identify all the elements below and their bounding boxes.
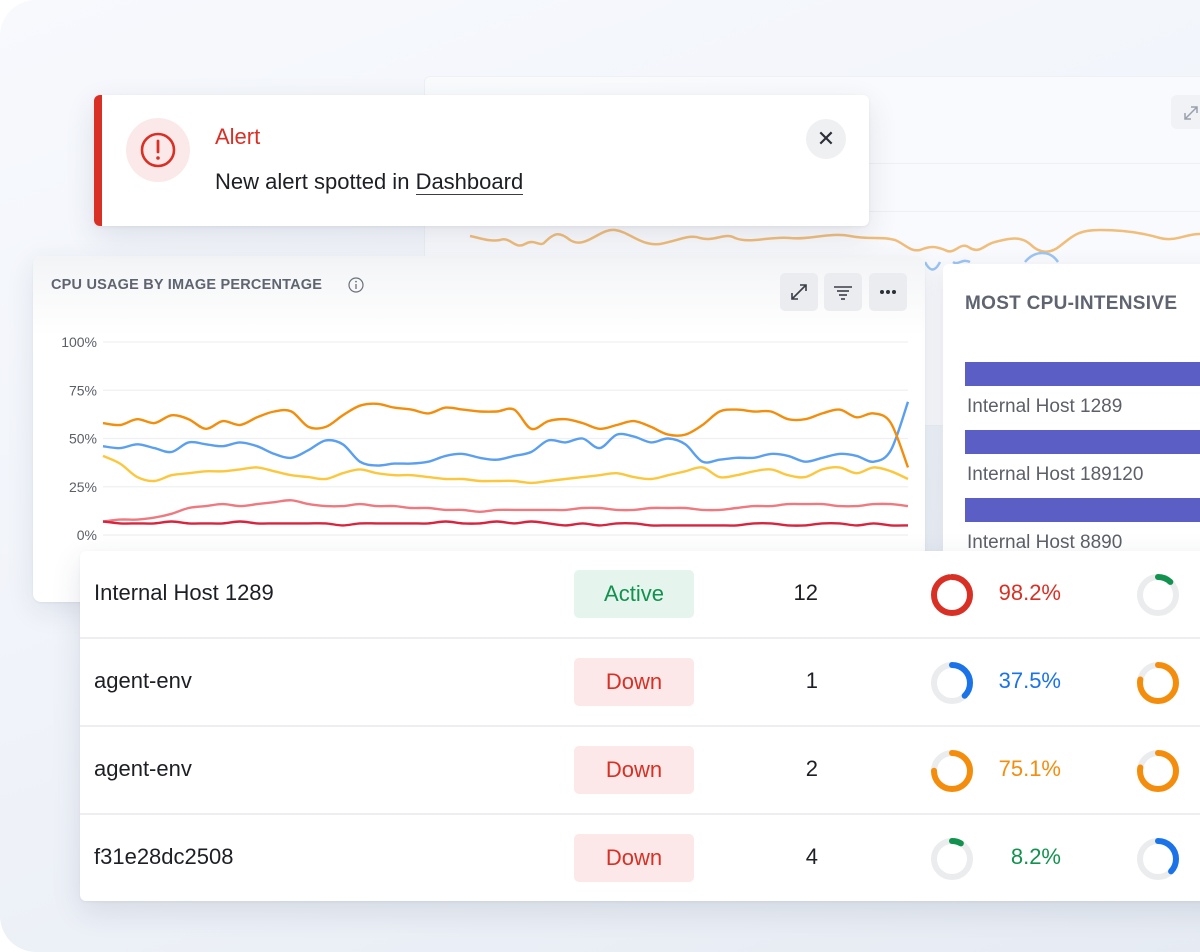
dashboard-link[interactable]: Dashboard bbox=[415, 169, 524, 195]
host-name[interactable]: agent-env bbox=[94, 668, 192, 694]
most-cpu-intensive-card: MOST CPU-INTENSIVE Internal Host 1289 In… bbox=[943, 264, 1200, 564]
cpu-percent: 37.5% bbox=[998, 668, 1061, 693]
status-badge: Down bbox=[574, 746, 694, 794]
cpu-percent: 75.1% bbox=[998, 756, 1061, 781]
host-name[interactable]: f31e28dc2508 bbox=[94, 844, 233, 870]
background-series-orange bbox=[469, 228, 1200, 253]
y-tick-label: 0% bbox=[77, 527, 97, 543]
status-badge: Down bbox=[574, 658, 694, 706]
bar-internal-host-1289[interactable] bbox=[965, 362, 1200, 386]
memory-donut bbox=[1137, 574, 1179, 616]
status-badge: Down bbox=[574, 834, 694, 882]
card-title: MOST CPU-INTENSIVE bbox=[965, 293, 1178, 314]
alert-message-text: New alert spotted in bbox=[215, 169, 410, 194]
close-button[interactable]: ✕ bbox=[806, 119, 846, 159]
table-row[interactable]: agent-env Down 2 75.1% bbox=[80, 727, 1200, 815]
memory-donut bbox=[1137, 838, 1179, 880]
alert-title: Alert bbox=[215, 124, 261, 149]
memory-donut bbox=[1137, 662, 1179, 704]
cpu-percent: 8.2% bbox=[1010, 844, 1061, 869]
table-row[interactable]: Internal Host 1289 Active 12 98.2% bbox=[80, 551, 1200, 639]
instance-count: 4 bbox=[805, 844, 818, 869]
host-name[interactable]: Internal Host 1289 bbox=[94, 580, 274, 606]
series-line-blue[interactable] bbox=[102, 401, 910, 467]
alert-message: New alert spotted in Dashboard bbox=[215, 169, 524, 195]
cpu-percent: 98.2% bbox=[998, 580, 1061, 605]
y-tick-label: 100% bbox=[61, 334, 97, 350]
memory-donut bbox=[1137, 750, 1179, 792]
status-badge: Active bbox=[574, 570, 694, 618]
series-line-yellow[interactable] bbox=[102, 454, 909, 485]
instance-count: 12 bbox=[793, 580, 818, 605]
table-row[interactable]: agent-env Down 1 37.5% bbox=[80, 639, 1200, 727]
alert-icon-badge bbox=[126, 118, 190, 182]
bar-label: Internal Host 1289 bbox=[967, 396, 1123, 417]
bar-internal-host-8890[interactable] bbox=[965, 498, 1200, 522]
bar-label: Internal Host 189120 bbox=[967, 464, 1144, 485]
y-tick-label: 25% bbox=[69, 479, 97, 495]
exclamation-circle-icon bbox=[140, 132, 176, 168]
y-tick-label: 50% bbox=[69, 431, 97, 447]
host-name[interactable]: agent-env bbox=[94, 756, 192, 782]
alert-stripe bbox=[94, 95, 102, 226]
series-line-crimson[interactable] bbox=[102, 520, 909, 527]
series-line-pink[interactable] bbox=[102, 499, 909, 523]
table-row[interactable]: f31e28dc2508 Down 4 8.2% bbox=[80, 815, 1200, 901]
instance-count: 1 bbox=[805, 668, 818, 693]
close-icon: ✕ bbox=[816, 126, 836, 151]
instance-count: 2 bbox=[805, 756, 818, 781]
bar-internal-host-189120[interactable] bbox=[965, 430, 1200, 454]
y-tick-label: 75% bbox=[69, 382, 97, 398]
alert-toast: Alert New alert spotted in Dashboard ✕ bbox=[94, 95, 869, 226]
hosts-table: Internal Host 1289 Active 12 98.2% agent… bbox=[80, 551, 1200, 901]
